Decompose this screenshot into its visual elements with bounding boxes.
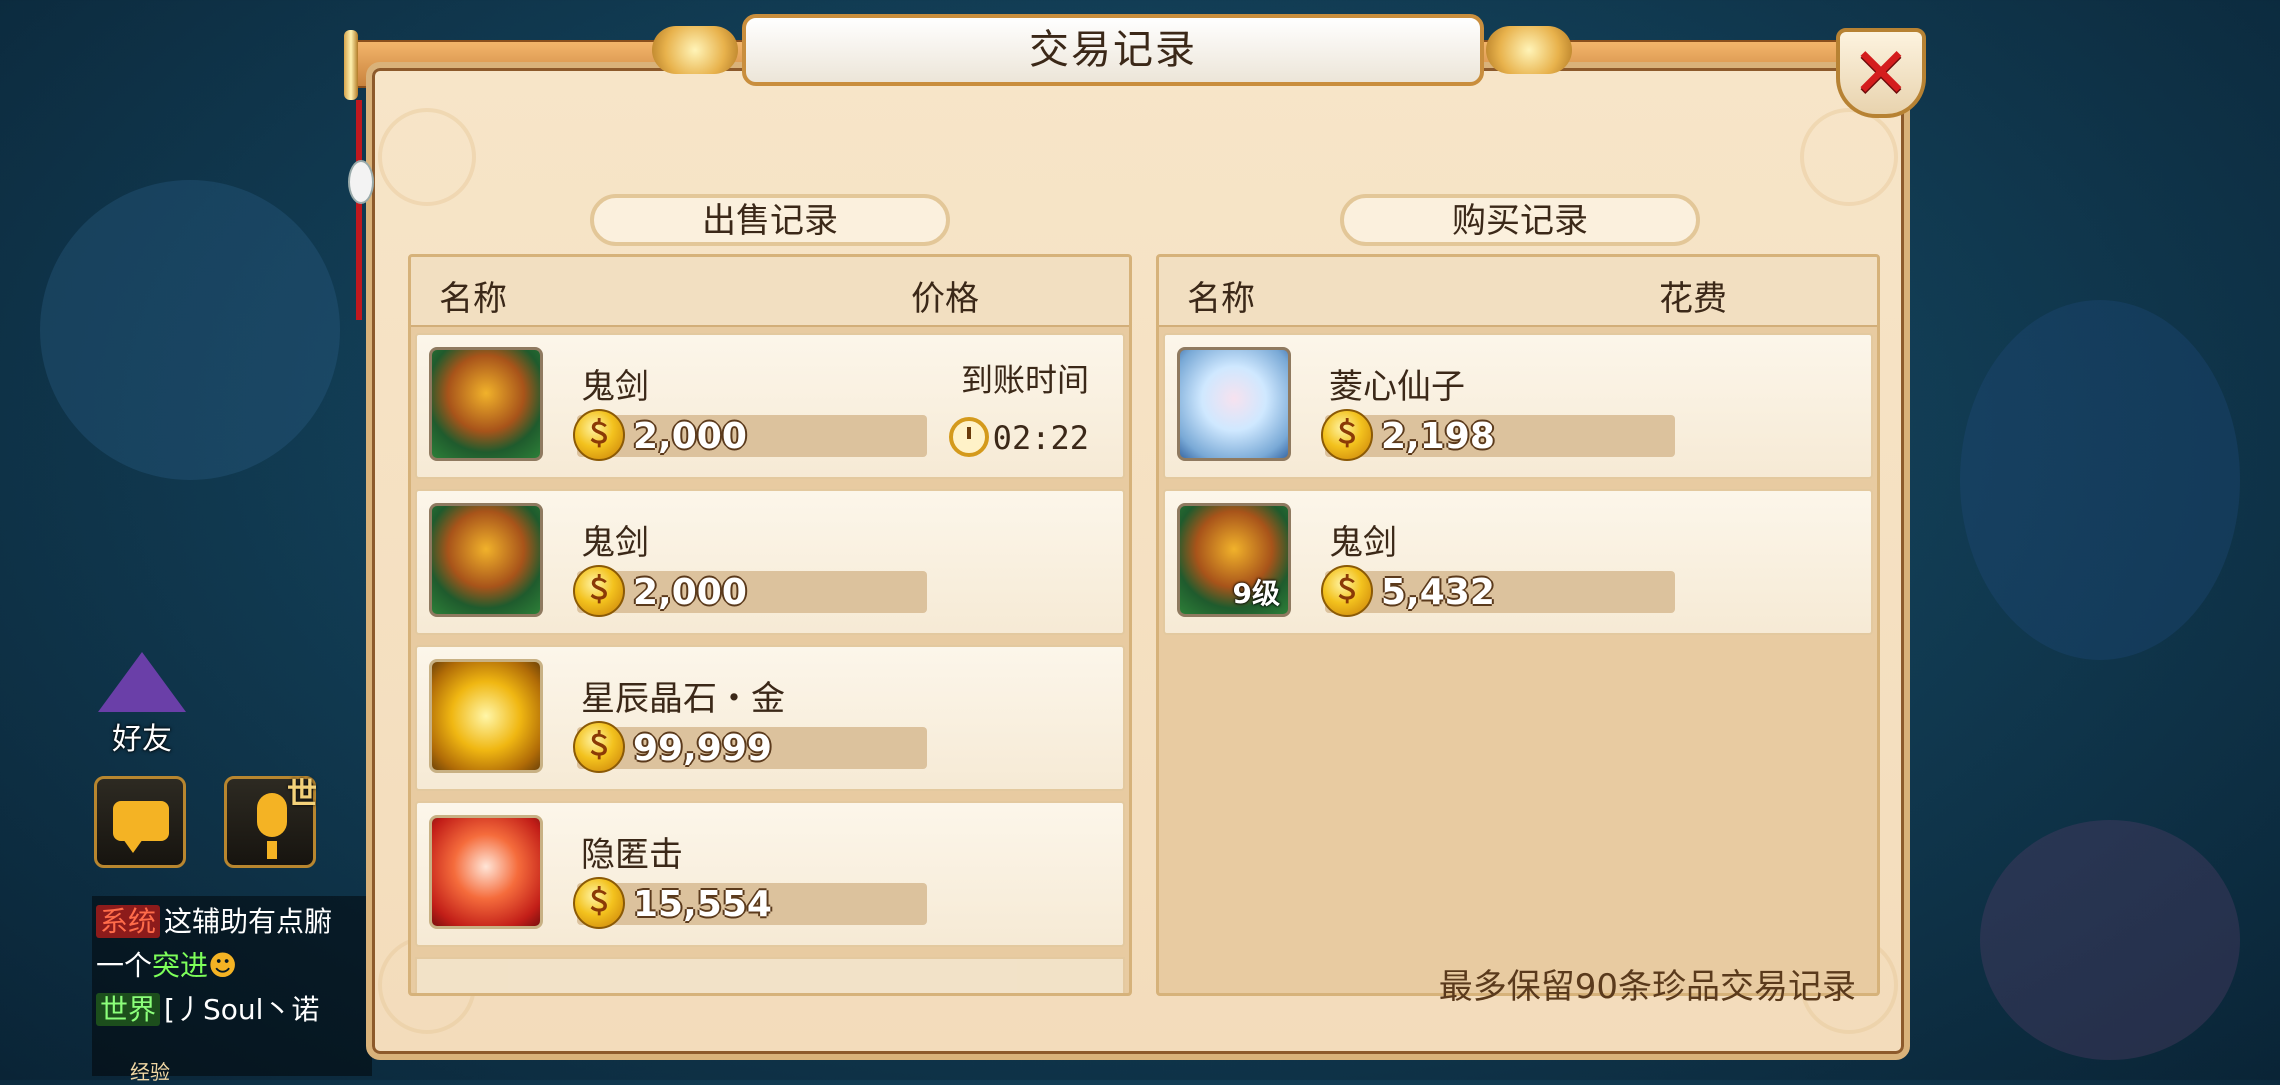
chat-line: 世界 [丿Soul丶诺	[96, 988, 319, 1028]
item-name: 鬼剑	[1329, 523, 1397, 563]
item-level-badge: 9级	[1232, 577, 1280, 610]
column-name: 名称	[439, 279, 507, 319]
friends-button[interactable]: 好友	[92, 652, 192, 757]
fairy-portrait-icon	[1177, 347, 1291, 461]
item-name: 鬼剑	[581, 367, 649, 407]
close-button[interactable]: ✕	[1836, 28, 1926, 118]
chat-button[interactable]	[94, 776, 186, 868]
chat-line: 系统 这辅助有点腑	[96, 900, 332, 940]
item-price: 99,999	[633, 728, 772, 769]
background-coral	[40, 180, 340, 480]
corner-ornament	[378, 108, 476, 206]
microphone-icon	[257, 793, 287, 837]
item-cost: 5,432	[1381, 572, 1495, 613]
item-price: 15,554	[633, 884, 772, 925]
tassel-ornament	[342, 100, 376, 330]
gold-coin-icon: ＄	[573, 721, 625, 773]
sell-record-row[interactable]: 星辰晶石・金 ＄ 99,999	[415, 645, 1125, 791]
item-name: 菱心仙子	[1329, 367, 1465, 407]
buy-record-row[interactable]: 9级 鬼剑 ＄ 5,432	[1163, 489, 1873, 635]
price-bar: ＄ 5,432	[1321, 565, 1675, 617]
stealth-strike-skill-icon	[429, 815, 543, 929]
item-cost: 2,198	[1381, 416, 1495, 457]
buy-record-row[interactable]: 菱心仙子 ＄ 2,198	[1163, 333, 1873, 479]
item-name: 鬼剑	[581, 523, 649, 563]
sell-record-row[interactable]: 鬼剑 ＄ 2,000	[415, 489, 1125, 635]
background-coral	[1960, 300, 2240, 660]
wizard-hat-icon	[98, 652, 186, 712]
title-plate: 交易记录	[742, 14, 1484, 86]
close-icon: ✕	[1851, 32, 1911, 114]
background-coral	[1980, 820, 2240, 1060]
price-bar: ＄ 2,000	[573, 565, 927, 617]
chat-log[interactable]: 系统 这辅助有点腑 一个突进☻ 世界 [丿Soul丶诺 经验	[92, 896, 372, 1084]
price-bar: ＄ 15,554	[573, 877, 927, 929]
gold-star-crystal-icon	[429, 659, 543, 773]
trade-record-panel: 出售记录 名称 价格 鬼剑 ＄ 2,000 到账时间 02:22 鬼剑 ＄ 2,…	[366, 62, 1910, 1060]
sell-record-row[interactable]: 鬼剑 ＄ 2,000 到账时间 02:22	[415, 333, 1125, 479]
gold-coin-icon: ＄	[573, 565, 625, 617]
voice-chat-button[interactable]: 世	[224, 776, 317, 868]
price-bar: ＄ 2,198	[1321, 409, 1675, 461]
column-price: 价格	[911, 279, 979, 319]
scroll-rod	[344, 30, 358, 100]
ghost-sword-mask-icon	[429, 347, 543, 461]
scroll-ornament-right	[1486, 26, 1572, 74]
item-name: 隐匿击	[581, 835, 683, 875]
system-channel-tag: 系统	[96, 905, 161, 938]
sell-records-header: 出售记录	[590, 194, 950, 246]
sell-record-row[interactable]: 隐匿击 ＄ 15,554	[415, 801, 1125, 947]
scroll-ornament-left	[652, 26, 738, 74]
column-name: 名称	[1187, 279, 1255, 319]
sell-column-header: 名称 价格	[411, 257, 1129, 327]
ghost-sword-mask-icon	[429, 503, 543, 617]
gold-coin-icon: ＄	[1321, 565, 1373, 617]
item-name: 星辰晶石・金	[581, 679, 785, 719]
sell-record-list[interactable]: 名称 价格 鬼剑 ＄ 2,000 到账时间 02:22 鬼剑 ＄ 2,000 星…	[408, 254, 1132, 996]
record-limit-note: 最多保留90条珍品交易记录	[1438, 967, 1856, 1007]
sell-record-row-partial[interactable]	[415, 957, 1125, 993]
chat-line: 一个突进☻	[96, 949, 238, 982]
buy-records-header: 购买记录	[1340, 194, 1700, 246]
smile-emoji-icon: ☻	[208, 949, 238, 982]
world-channel-badge: 世	[287, 777, 317, 812]
gold-coin-icon: ＄	[1321, 409, 1373, 461]
buy-record-list[interactable]: 名称 花费 菱心仙子 ＄ 2,198 9级 鬼剑 ＄ 5,432	[1156, 254, 1880, 996]
chat-bubble-icon	[113, 801, 169, 853]
price-bar: ＄ 99,999	[573, 721, 927, 773]
price-bar: ＄ 2,000	[573, 409, 927, 461]
friends-label: 好友	[112, 722, 172, 757]
world-channel-tag: 世界	[96, 993, 161, 1026]
gold-coin-icon: ＄	[573, 409, 625, 461]
exp-label: 经验	[130, 1060, 170, 1084]
ghost-sword-mask-icon: 9级	[1177, 503, 1291, 617]
item-price: 2,000	[633, 416, 747, 457]
arrival-countdown: 02:22	[992, 419, 1089, 457]
corner-ornament	[1800, 108, 1898, 206]
item-price: 2,000	[633, 572, 747, 613]
buy-column-header: 名称 花费	[1159, 257, 1877, 327]
gold-coin-icon: ＄	[573, 877, 625, 929]
column-cost: 花费	[1659, 279, 1727, 319]
stopwatch-icon	[949, 417, 989, 457]
window-title: 交易记录	[1029, 27, 1197, 73]
arrival-time-label: 到账时间	[960, 361, 1089, 399]
